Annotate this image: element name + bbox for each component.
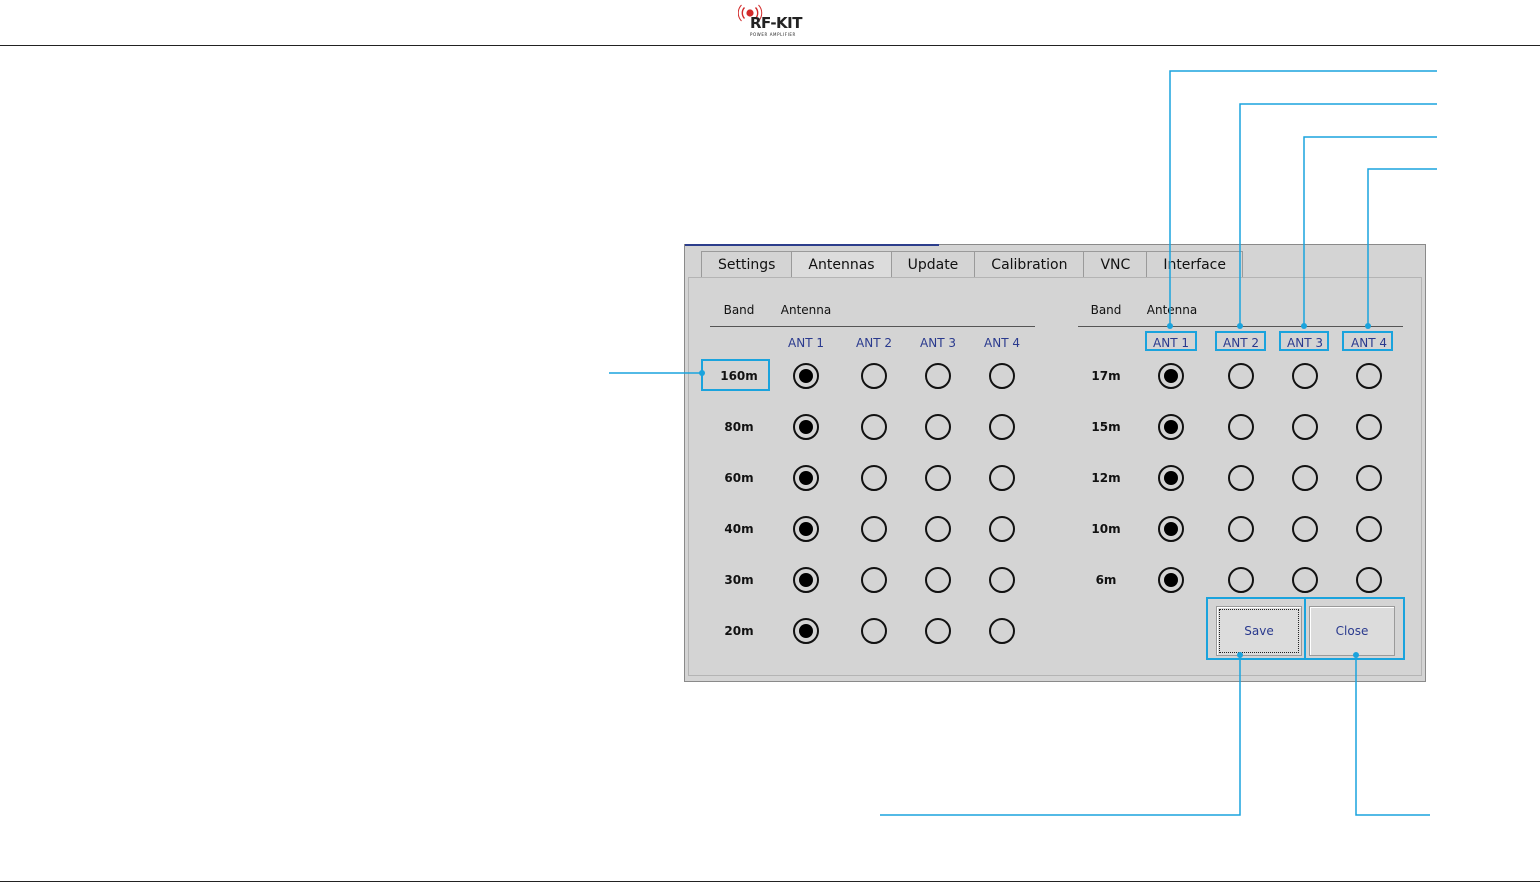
radio-15m-ant3[interactable] — [1292, 414, 1318, 440]
left-ant2-header: ANT 2 — [856, 336, 892, 350]
radio-60m-ant2[interactable] — [861, 465, 887, 491]
radio-6m-ant1[interactable] — [1158, 567, 1184, 593]
right-band-label-17m: 17m — [1091, 369, 1121, 383]
radio-80m-ant1[interactable] — [793, 414, 819, 440]
radio-30m-ant1[interactable] — [793, 567, 819, 593]
radio-15m-ant2[interactable] — [1228, 414, 1254, 440]
right-ant1-header: ANT 1 — [1153, 336, 1189, 350]
radio-20m-ant1[interactable] — [793, 618, 819, 644]
radio-20m-ant2[interactable] — [861, 618, 887, 644]
left-ant3-header: ANT 3 — [920, 336, 956, 350]
right-ant3-header: ANT 3 — [1287, 336, 1323, 350]
radio-80m-ant3[interactable] — [925, 414, 951, 440]
tab-bar: Settings Antennas Update Calibration VNC Inte… — [701, 251, 1243, 277]
save-button[interactable]: Save — [1216, 606, 1302, 656]
radio-6m-ant2[interactable] — [1228, 567, 1254, 593]
radio-12m-ant4[interactable] — [1356, 465, 1382, 491]
antennas-panel: Band Antenna ANT 1 ANT 2 ANT 3 ANT 4 160m 80m 60… — [688, 277, 1422, 676]
radio-40m-ant3[interactable] — [925, 516, 951, 542]
left-band-label-60m: 60m — [724, 471, 754, 485]
antenna-settings-dialog: Settings Antennas Update Calibration VNC Inte… — [684, 244, 1426, 682]
radio-12m-ant2[interactable] — [1228, 465, 1254, 491]
right-ant2-header: ANT 2 — [1223, 336, 1259, 350]
dialog-title-edge — [685, 244, 939, 246]
radio-17m-ant4[interactable] — [1356, 363, 1382, 389]
radio-20m-ant3[interactable] — [925, 618, 951, 644]
radio-60m-ant3[interactable] — [925, 465, 951, 491]
right-antenna-header: Antenna — [1146, 303, 1198, 317]
radio-10m-ant4[interactable] — [1356, 516, 1382, 542]
radio-15m-ant1[interactable] — [1158, 414, 1184, 440]
right-band-label-12m: 12m — [1091, 471, 1121, 485]
radio-160m-ant2[interactable] — [861, 363, 887, 389]
footer-divider — [0, 881, 1540, 882]
tab-vnc[interactable]: VNC — [1083, 251, 1148, 277]
radio-40m-ant1[interactable] — [793, 516, 819, 542]
left-band-label-30m: 30m — [724, 573, 754, 587]
right-band-label-15m: 15m — [1091, 420, 1121, 434]
left-band-label-20m: 20m — [724, 624, 754, 638]
radio-160m-ant4[interactable] — [989, 363, 1015, 389]
radio-17m-ant2[interactable] — [1228, 363, 1254, 389]
radio-60m-ant1[interactable] — [793, 465, 819, 491]
radio-17m-ant1[interactable] — [1158, 363, 1184, 389]
left-band-label-40m: 40m — [724, 522, 754, 536]
tab-settings[interactable]: Settings — [701, 251, 793, 277]
right-band-header: Band — [1090, 303, 1122, 317]
left-ant4-header: ANT 4 — [984, 336, 1020, 350]
radio-40m-ant2[interactable] — [861, 516, 887, 542]
radio-6m-ant3[interactable] — [1292, 567, 1318, 593]
rf-kit-logo: RF-KIT POWER AMPLIFIER — [738, 2, 804, 40]
radio-10m-ant3[interactable] — [1292, 516, 1318, 542]
right-ant4-header: ANT 4 — [1351, 336, 1387, 350]
radio-12m-ant3[interactable] — [1292, 465, 1318, 491]
right-header-rule — [1078, 326, 1403, 327]
radio-10m-ant1[interactable] — [1158, 516, 1184, 542]
close-button[interactable]: Close — [1309, 606, 1395, 656]
header-divider — [0, 45, 1540, 46]
radio-160m-ant1[interactable] — [793, 363, 819, 389]
left-header-rule — [710, 326, 1035, 327]
radio-40m-ant4[interactable] — [989, 516, 1015, 542]
radio-60m-ant4[interactable] — [989, 465, 1015, 491]
tab-update[interactable]: Update — [890, 251, 976, 277]
logo-brand-text: RF-KIT — [750, 14, 803, 32]
radio-6m-ant4[interactable] — [1356, 567, 1382, 593]
left-band-header: Band — [723, 303, 755, 317]
tab-interface[interactable]: Interface — [1146, 251, 1243, 277]
radio-17m-ant3[interactable] — [1292, 363, 1318, 389]
left-antenna-header: Antenna — [780, 303, 832, 317]
radio-30m-ant3[interactable] — [925, 567, 951, 593]
radio-30m-ant4[interactable] — [989, 567, 1015, 593]
radio-30m-ant2[interactable] — [861, 567, 887, 593]
tab-antennas[interactable]: Antennas — [791, 251, 892, 277]
radio-160m-ant3[interactable] — [925, 363, 951, 389]
right-band-label-6m: 6m — [1095, 573, 1117, 587]
radio-80m-ant2[interactable] — [861, 414, 887, 440]
radio-20m-ant4[interactable] — [989, 618, 1015, 644]
radio-12m-ant1[interactable] — [1158, 465, 1184, 491]
left-band-label-80m: 80m — [724, 420, 754, 434]
right-band-label-10m: 10m — [1091, 522, 1121, 536]
tab-calibration[interactable]: Calibration — [974, 251, 1085, 277]
radio-80m-ant4[interactable] — [989, 414, 1015, 440]
left-ant1-header: ANT 1 — [788, 336, 824, 350]
left-band-label-160m: 160m — [720, 369, 758, 383]
radio-15m-ant4[interactable] — [1356, 414, 1382, 440]
logo-tagline: POWER AMPLIFIER — [750, 32, 796, 37]
radio-10m-ant2[interactable] — [1228, 516, 1254, 542]
